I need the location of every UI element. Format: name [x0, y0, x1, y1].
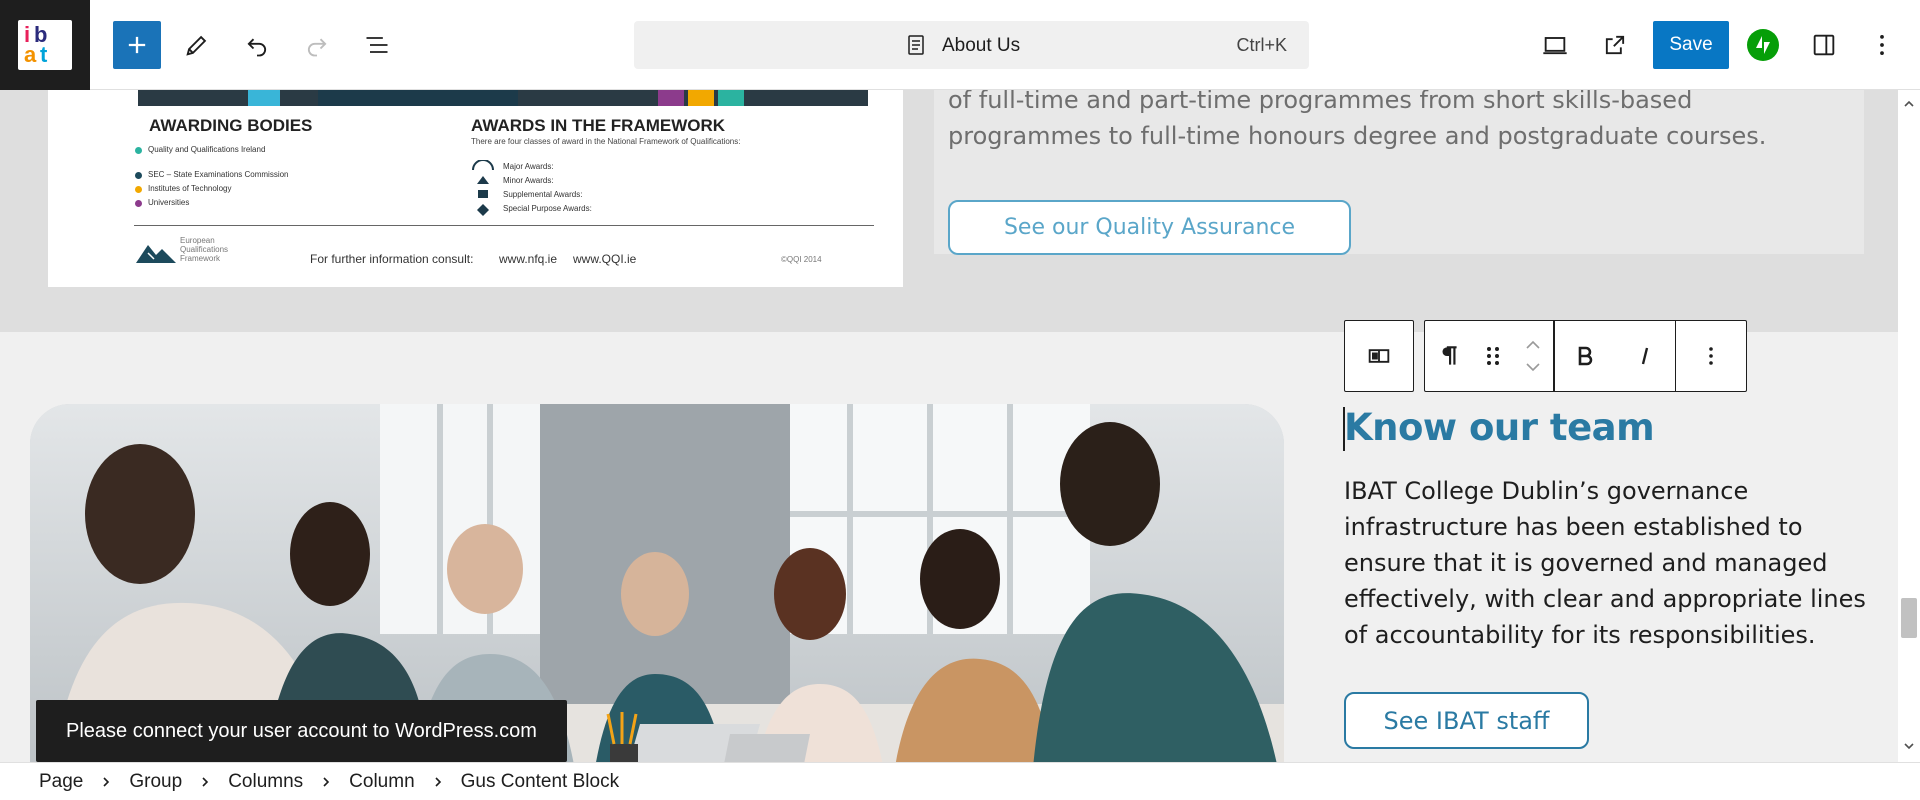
more-vertical-icon	[1709, 347, 1713, 365]
document-overview-button[interactable]	[353, 21, 401, 69]
breadcrumb-group[interactable]: Group	[129, 771, 182, 793]
scroll-down-arrow-icon[interactable]	[1903, 740, 1915, 752]
infographic-footer-link: www.nfq.ie	[499, 252, 558, 266]
ibat-logo: i b a t	[18, 20, 72, 70]
block-toolbar	[1344, 320, 1747, 392]
redo-button[interactable]	[293, 21, 341, 69]
quality-assurance-button[interactable]: See our Quality Assurance	[948, 200, 1351, 255]
view-button[interactable]	[1531, 21, 1579, 69]
block-inserter-button[interactable]	[113, 21, 161, 69]
command-shortcut: Ctrl+K	[1236, 35, 1287, 55]
snackbar-notice[interactable]: Please connect your user account to Word…	[36, 700, 567, 762]
move-buttons[interactable]	[1513, 321, 1553, 391]
italic-icon	[1641, 347, 1648, 365]
ibat-staff-button[interactable]: See IBAT staff	[1344, 692, 1589, 749]
infographic-footer-link: www.QQI.ie	[573, 252, 637, 266]
infographic-copyright: ©QQI 2014	[781, 255, 822, 264]
italic-button[interactable]	[1615, 321, 1675, 391]
awarding-body: Institutes of Technology	[148, 184, 232, 193]
tools-button[interactable]	[173, 21, 221, 69]
infographic-top-strip	[138, 90, 868, 106]
scroll-thumb[interactable]	[1901, 598, 1917, 638]
list-view-icon	[366, 37, 388, 53]
awarding-body: Universities	[148, 198, 190, 207]
infographic-divider	[134, 225, 874, 226]
awards-framework-heading: AWARDS IN THE FRAMEWORK	[471, 116, 726, 135]
quality-section: AWARDING BODIES AWARDS IN THE FRAMEWORK …	[0, 90, 1898, 332]
award-type: Supplemental Awards:	[503, 190, 583, 199]
legend-dot	[135, 147, 142, 154]
options-menu-button[interactable]	[1858, 21, 1906, 69]
awarding-body: Quality and Qualifications Ireland	[148, 145, 266, 154]
eqf-caption: European Qualifications Framework	[180, 236, 229, 263]
sidebar-icon	[1813, 34, 1835, 56]
legend-dot	[135, 200, 142, 207]
external-link-icon	[1605, 35, 1625, 55]
site-logo-button[interactable]: i b a t	[0, 0, 90, 90]
scroll-up-arrow-icon[interactable]	[1903, 98, 1915, 110]
page-icon	[908, 35, 924, 55]
framework-infographic[interactable]: AWARDING BODIES AWARDS IN THE FRAMEWORK …	[48, 90, 903, 287]
breadcrumb-page[interactable]: Page	[39, 771, 83, 793]
legend-dot	[135, 186, 142, 193]
undo-icon	[247, 38, 267, 57]
chevron-down-icon[interactable]	[1523, 361, 1543, 373]
document-title: About Us	[942, 35, 1021, 56]
desktop-icon	[1543, 37, 1567, 55]
editor-canvas[interactable]: AWARDING BODIES AWARDS IN THE FRAMEWORK …	[0, 90, 1898, 762]
canvas-scrollbar[interactable]	[1898, 90, 1920, 762]
chevron-right-icon	[103, 776, 110, 787]
jetpack-icon	[1756, 36, 1770, 54]
columns-block-icon	[1368, 349, 1390, 363]
breadcrumb-current-block: Gus Content Block	[460, 770, 620, 792]
settings-sidebar-button[interactable]	[1800, 21, 1848, 69]
quality-paragraph[interactable]: of full-time and part-time programmes fr…	[948, 90, 1848, 154]
awarding-bodies-heading: AWARDING BODIES	[149, 116, 313, 135]
document-bar[interactable]: About Us Ctrl+K	[634, 21, 1309, 69]
award-type: Minor Awards:	[503, 176, 554, 185]
chevron-right-icon	[435, 776, 441, 787]
award-types-icon	[472, 160, 494, 216]
chevron-right-icon	[202, 776, 209, 787]
undo-button[interactable]	[233, 21, 281, 69]
breadcrumb-columns[interactable]: Columns	[228, 771, 303, 793]
awarding-body: SEC – State Examinations Commission	[148, 170, 289, 179]
eqf-logo	[134, 235, 178, 265]
awards-framework-subtitle: There are four classes of award in the N…	[471, 137, 741, 146]
award-type: Major Awards:	[503, 162, 554, 171]
pencil-icon	[186, 35, 207, 56]
paragraph-icon	[1442, 346, 1457, 365]
jetpack-button[interactable]	[1747, 29, 1779, 61]
award-type: Special Purpose Awards:	[503, 204, 592, 213]
parent-block-group	[1344, 320, 1414, 392]
chevron-up-icon[interactable]	[1523, 339, 1543, 351]
more-vertical-icon	[1880, 34, 1884, 56]
block-type-button[interactable]	[1425, 321, 1473, 391]
breadcrumb-column[interactable]: Column	[349, 771, 414, 793]
quality-card: of full-time and part-time programmes fr…	[934, 90, 1864, 255]
chevron-right-icon	[323, 776, 330, 787]
team-heading[interactable]: Know our team	[1344, 406, 1655, 449]
redo-icon	[307, 38, 327, 57]
editor-header: i b a t About Us Ctrl+K Save	[0, 0, 1920, 90]
legend-dot	[135, 172, 142, 179]
plus-icon	[128, 36, 146, 54]
block-options-button[interactable]	[1676, 321, 1746, 391]
block-controls-group	[1424, 320, 1747, 392]
bold-button[interactable]	[1555, 321, 1615, 391]
drag-handle[interactable]	[1473, 321, 1513, 391]
save-button[interactable]: Save	[1653, 21, 1729, 69]
team-paragraph[interactable]: IBAT College Dublin’s governance infrast…	[1344, 473, 1874, 653]
select-parent-button[interactable]	[1345, 321, 1413, 391]
infographic-footer-label: For further information consult:	[310, 252, 474, 266]
view-page-button[interactable]	[1591, 21, 1639, 69]
drag-icon	[1487, 347, 1499, 365]
block-breadcrumbs: Page Group Columns Column Gus Content Bl…	[0, 762, 1920, 800]
bold-icon	[1578, 346, 1592, 366]
